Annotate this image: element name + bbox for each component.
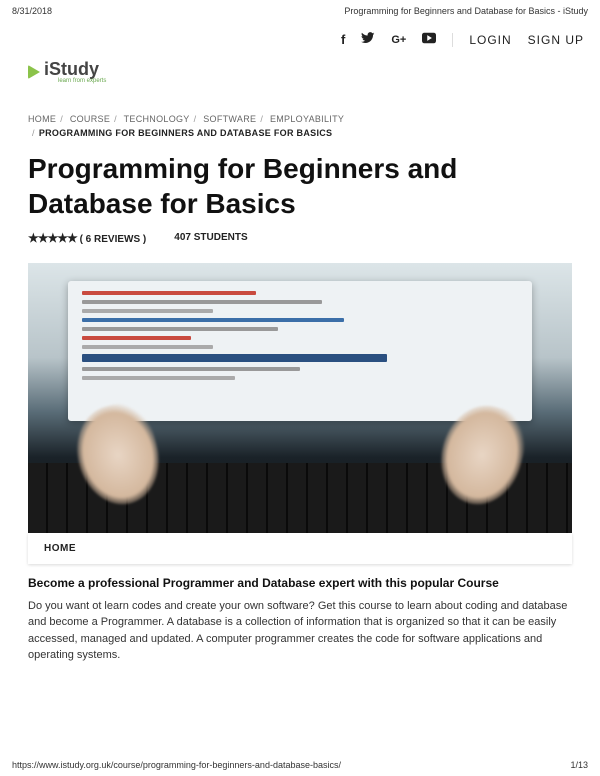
breadcrumb-software[interactable]: SOFTWARE [203,114,256,124]
print-page: 1/13 [570,760,588,770]
breadcrumb-technology[interactable]: TECHNOLOGY [124,114,190,124]
screen-graphic [68,281,532,421]
twitter-icon[interactable] [361,32,375,47]
logo-play-icon [28,65,40,79]
breadcrumb-course[interactable]: COURSE [70,114,110,124]
auth-links: LOGIN SIGN UP [452,33,584,47]
youtube-icon[interactable] [422,32,436,47]
hero-image [28,263,572,533]
star-icons: ★★★★★ [28,231,77,245]
breadcrumb-home[interactable]: HOME [28,114,56,124]
rating-block: ★★★★★ ( 6 REVIEWS ) [28,231,146,245]
print-date: 8/31/2018 [12,6,52,16]
print-footer: https://www.istudy.org.uk/course/program… [12,760,588,770]
tab-bar: HOME [28,533,572,564]
body-paragraph: Do you want ot learn codes and create yo… [28,598,572,664]
sub-heading: Become a professional Programmer and Dat… [28,576,572,590]
logo-tagline: learn from experts [58,78,106,84]
print-header: 8/31/2018 Programming for Beginners and … [0,0,600,26]
social-icons: f G+ [341,32,436,47]
print-title: Programming for Beginners and Database f… [344,6,588,16]
breadcrumb-employability[interactable]: EMPLOYABILITY [270,114,344,124]
print-url: https://www.istudy.org.uk/course/program… [12,760,341,770]
logo[interactable]: iStudy learn from experts [28,59,572,84]
reviews-count: ( 6 REVIEWS ) [80,234,147,245]
facebook-icon[interactable]: f [341,32,345,47]
breadcrumb: HOME/ COURSE/ TECHNOLOGY/ SOFTWARE/ EMPL… [28,112,572,141]
students-count: 407 STUDENTS [174,232,247,243]
logo-row: iStudy learn from experts [0,59,600,94]
course-meta: ★★★★★ ( 6 REVIEWS ) 407 STUDENTS [28,231,572,245]
googleplus-icon[interactable]: G+ [391,34,406,46]
page-title: Programming for Beginners and Database f… [28,151,572,221]
tab-home[interactable]: HOME [44,543,76,554]
top-bar: f G+ LOGIN SIGN UP [0,26,600,59]
signup-link[interactable]: SIGN UP [528,33,584,47]
main-content: HOME/ COURSE/ TECHNOLOGY/ SOFTWARE/ EMPL… [0,94,600,664]
logo-text: iStudy [44,59,106,80]
login-link[interactable]: LOGIN [469,33,511,47]
breadcrumb-current: PROGRAMMING FOR BEGINNERS AND DATABASE F… [39,128,333,138]
